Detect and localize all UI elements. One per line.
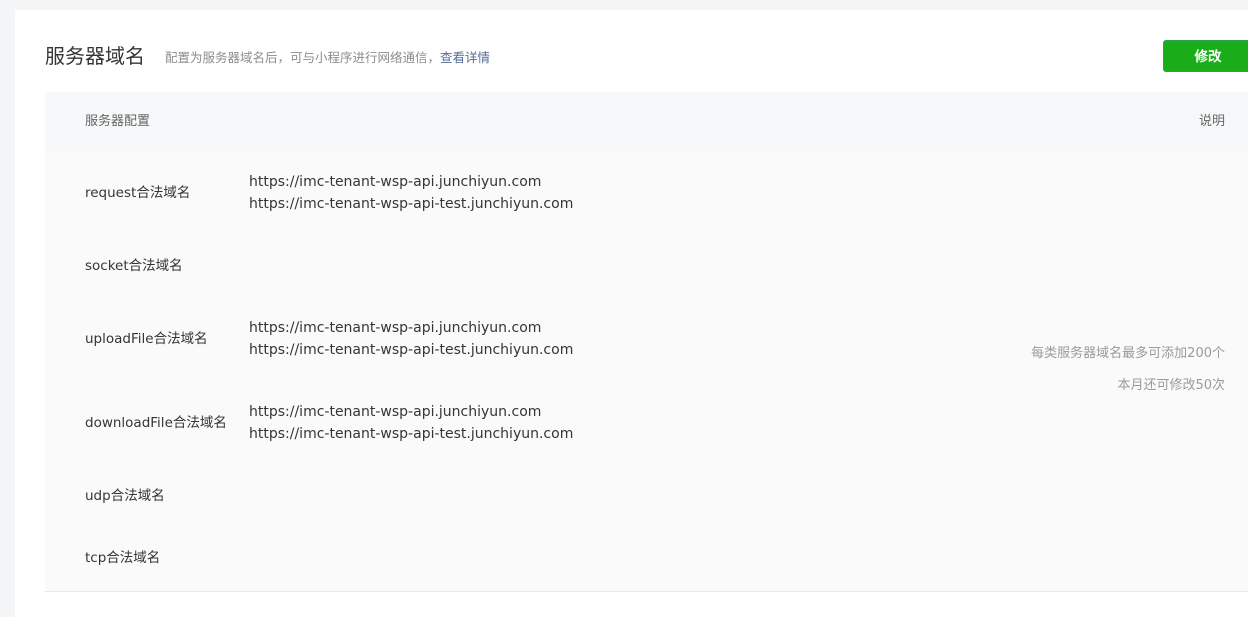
note-remaining-edits: 本月还可修改50次 [1117,378,1225,393]
page-title: 服务器域名 [45,44,145,68]
row-domains-downloadfile: https://imc-tenant-wsp-api.junchiyun.com… [249,401,573,445]
edit-button[interactable]: 修改 [1163,40,1248,72]
row-label-downloadfile: downloadFile合法域名 [85,415,227,431]
server-domain-panel: 服务器域名 配置为服务器域名后，可与小程序进行网络通信，查看详情 修改 服务器配… [15,10,1248,617]
domain-entry: https://imc-tenant-wsp-api.junchiyun.com [249,404,542,420]
column-header-config: 服务器配置 [85,114,151,129]
server-config-table: 服务器配置 说明 request合法域名 https://imc-tenant-… [45,92,1248,592]
row-label-request: request合法域名 [85,185,191,201]
domain-entry: https://imc-tenant-wsp-api.junchiyun.com [249,174,542,190]
panel-header: 服务器域名 配置为服务器域名后，可与小程序进行网络通信，查看详情 修改 [15,10,1248,92]
view-details-link[interactable]: 查看详情 [440,50,490,65]
table-header: 服务器配置 说明 [45,92,1248,152]
domain-entry: https://imc-tenant-wsp-api.junchiyun.com [249,320,542,336]
row-label-tcp: tcp合法域名 [85,550,161,566]
domain-entry: https://imc-tenant-wsp-api-test.junchiyu… [249,426,574,442]
row-label-socket: socket合法域名 [85,258,183,274]
domain-entry: https://imc-tenant-wsp-api-test.junchiyu… [249,196,574,212]
row-domains-uploadfile: https://imc-tenant-wsp-api.junchiyun.com… [249,317,573,361]
row-label-uploadfile: uploadFile合法域名 [85,331,208,347]
row-domains-request: https://imc-tenant-wsp-api.junchiyun.com… [249,171,573,215]
domain-entry: https://imc-tenant-wsp-api-test.junchiyu… [249,342,574,358]
note-max-domains: 每类服务器域名最多可添加200个 [1031,346,1225,361]
page-description: 配置为服务器域名后，可与小程序进行网络通信，查看详情 [165,50,490,66]
row-label-udp: udp合法域名 [85,488,165,504]
column-header-note: 说明 [1198,114,1225,129]
description-text: 配置为服务器域名后，可与小程序进行网络通信， [165,50,441,65]
